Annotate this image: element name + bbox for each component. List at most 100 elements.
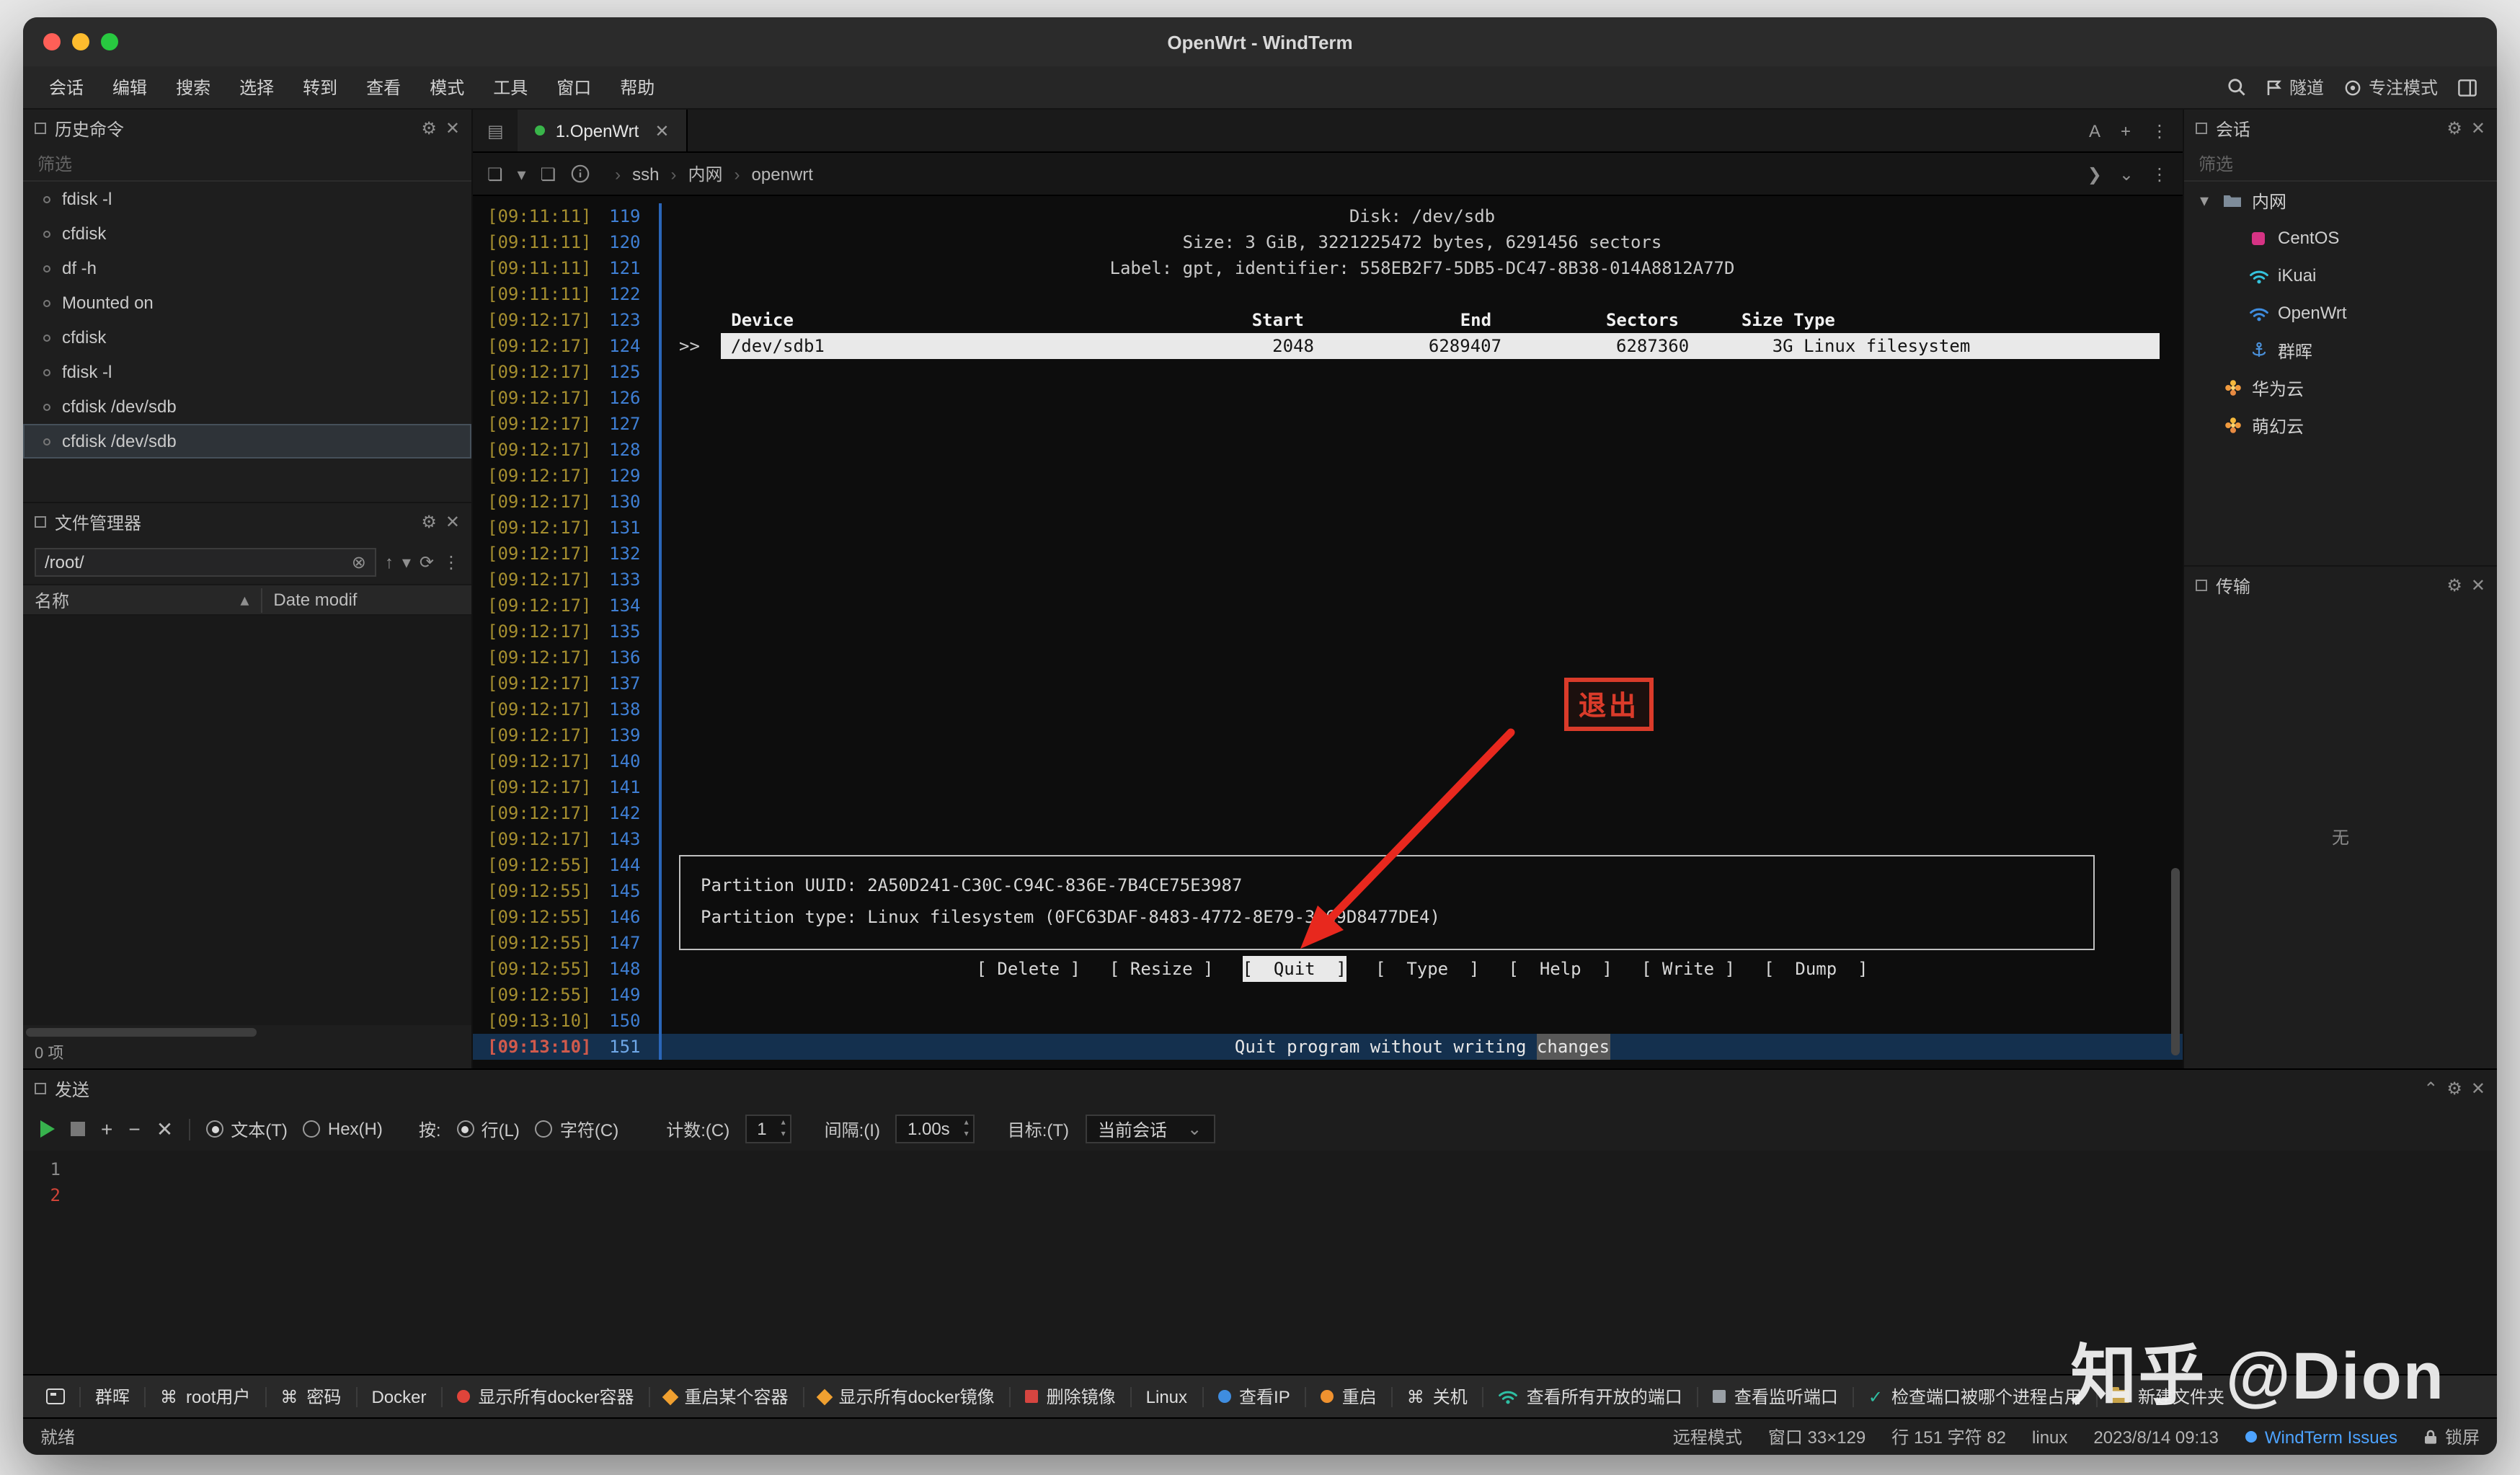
expander-icon[interactable]: ▾ bbox=[2196, 190, 2213, 211]
send-play-button[interactable] bbox=[40, 1120, 55, 1138]
cfdisk-button-Type[interactable]: [ Type ] bbox=[1375, 956, 1480, 982]
collapse-icon[interactable]: ⌃ bbox=[2423, 1080, 2438, 1097]
menu-item-模式[interactable]: 模式 bbox=[415, 66, 479, 109]
remote-mode[interactable]: 远程模式 bbox=[1673, 1425, 1742, 1449]
more-icon[interactable]: ⋮ bbox=[443, 554, 460, 571]
tunnel-button[interactable]: 隧道 bbox=[2266, 75, 2324, 99]
column-name[interactable]: 名称 ▴ bbox=[23, 588, 262, 612]
quick-button-查看IP[interactable]: 查看IP bbox=[1203, 1384, 1305, 1409]
pane-icon[interactable]: ❏ bbox=[541, 164, 556, 184]
tab-list-icon[interactable]: ▤ bbox=[473, 120, 518, 141]
close-icon[interactable]: ✕ bbox=[2471, 1080, 2485, 1097]
cfdisk-button-Help[interactable]: [ Help ] bbox=[1508, 956, 1612, 982]
quick-button-显示所有docker镜像[interactable]: 显示所有docker镜像 bbox=[804, 1384, 1009, 1409]
selected-partition-row[interactable]: /dev/sdb1 2048 6289407 6287360 3G Linux … bbox=[720, 333, 2160, 359]
gear-icon[interactable]: ⚙ bbox=[421, 120, 437, 137]
breadcrumb-openwrt[interactable]: openwrt bbox=[752, 164, 813, 184]
gear-icon[interactable]: ⚙ bbox=[2446, 1080, 2462, 1097]
chevron-down-icon[interactable]: ⌄ bbox=[2119, 164, 2134, 184]
radio-by-line[interactable]: 行(L) bbox=[456, 1117, 520, 1141]
cfdisk-button-Dump[interactable]: [ Dump ] bbox=[1764, 956, 1868, 982]
cfdisk-button-Write[interactable]: [ Write ] bbox=[1641, 956, 1735, 982]
quick-button-关机[interactable]: 关机 bbox=[1393, 1384, 1482, 1409]
quick-button-检查端口被哪个进程占用[interactable]: ✓ 检查端口被哪个进程占用 bbox=[1854, 1384, 2096, 1409]
session-item-群晖[interactable]: 群晖 bbox=[2184, 332, 2497, 369]
menu-item-转到[interactable]: 转到 bbox=[288, 66, 352, 109]
sessions-filter-input[interactable]: 筛选 bbox=[2184, 147, 2497, 182]
clear-icon[interactable]: ⊗ bbox=[352, 554, 366, 571]
gear-icon[interactable]: ⚙ bbox=[2446, 120, 2462, 137]
add-line-button[interactable]: + bbox=[101, 1119, 112, 1139]
menu-item-会话[interactable]: 会话 bbox=[35, 66, 98, 109]
history-item[interactable]: cfdisk /dev/sdb bbox=[23, 389, 471, 424]
quick-button-重启某个容器[interactable]: 重启某个容器 bbox=[650, 1384, 803, 1409]
gear-icon[interactable]: ⚙ bbox=[421, 513, 437, 531]
scrollbar-thumb[interactable] bbox=[26, 1028, 257, 1037]
quick-button-Docker[interactable]: Docker bbox=[357, 1386, 440, 1407]
menu-item-搜索[interactable]: 搜索 bbox=[161, 66, 225, 109]
info-icon[interactable] bbox=[570, 164, 589, 183]
terminal-scrollbar-thumb[interactable] bbox=[2171, 868, 2180, 1055]
cfdisk-button-Delete[interactable]: [ Delete ] bbox=[976, 956, 1081, 982]
session-item-内网[interactable]: ▾ 内网 bbox=[2184, 182, 2497, 219]
os-type[interactable]: linux bbox=[2032, 1427, 2067, 1447]
remove-line-button[interactable]: − bbox=[128, 1119, 140, 1139]
tab-more-icon[interactable]: ⋮ bbox=[2151, 120, 2168, 141]
lock-screen-button[interactable]: 锁屏 bbox=[2423, 1425, 2480, 1449]
search-icon[interactable] bbox=[2227, 78, 2246, 97]
layout-icon[interactable] bbox=[2458, 79, 2477, 96]
session-item-萌幻云[interactable]: 萌幻云 bbox=[2184, 407, 2497, 444]
menu-item-窗口[interactable]: 窗口 bbox=[542, 66, 605, 109]
close-icon[interactable]: ✕ bbox=[2471, 120, 2485, 137]
radio-hex-mode[interactable]: Hex(H) bbox=[303, 1119, 383, 1139]
more-icon[interactable]: ⋮ bbox=[2151, 164, 2168, 184]
appearance-button[interactable]: A bbox=[2089, 120, 2100, 141]
minimize-window-button[interactable] bbox=[72, 33, 89, 50]
count-stepper[interactable]: 1 bbox=[745, 1115, 791, 1143]
horizontal-scrollbar[interactable] bbox=[23, 1025, 471, 1040]
quick-button-查看监听端口[interactable]: 查看监听端口 bbox=[1698, 1384, 1853, 1409]
menu-item-查看[interactable]: 查看 bbox=[352, 66, 415, 109]
history-item[interactable]: cfdisk /dev/sdb bbox=[23, 424, 471, 459]
quick-button-密码[interactable]: 密码 bbox=[266, 1384, 355, 1409]
up-directory-icon[interactable]: ↑ bbox=[385, 554, 394, 571]
history-item[interactable]: df -h bbox=[23, 251, 471, 285]
quick-button-重启[interactable]: 重启 bbox=[1306, 1384, 1391, 1409]
quick-button-删除镜像[interactable]: 删除镜像 bbox=[1011, 1384, 1130, 1409]
menu-item-编辑[interactable]: 编辑 bbox=[98, 66, 161, 109]
windterm-issues-link[interactable]: WindTerm Issues bbox=[2245, 1427, 2397, 1447]
quick-button-Linux[interactable]: Linux bbox=[1132, 1386, 1202, 1407]
tab-openwrt[interactable]: 1.OpenWrt ✕ bbox=[518, 110, 688, 151]
run-icon[interactable]: ❯ bbox=[2088, 164, 2102, 184]
zoom-window-button[interactable] bbox=[101, 33, 118, 50]
menu-item-帮助[interactable]: 帮助 bbox=[605, 66, 669, 109]
history-item[interactable]: cfdisk bbox=[23, 216, 471, 251]
menu-item-选择[interactable]: 选择 bbox=[225, 66, 288, 109]
interval-stepper[interactable]: 1.00s bbox=[895, 1115, 975, 1143]
terminal-screen[interactable]: [09:11:11] 119 Disk: /dev/sdb [09:11:11] 120… bbox=[473, 196, 2183, 1068]
send-stop-button[interactable] bbox=[71, 1122, 85, 1136]
quick-button-root用户[interactable]: root用户 bbox=[146, 1384, 265, 1409]
quick-button-显示所有docker容器[interactable]: 显示所有docker容器 bbox=[442, 1384, 648, 1409]
session-item-OpenWrt[interactable]: OpenWrt bbox=[2184, 294, 2497, 332]
breadcrumb-ssh[interactable]: ssh bbox=[632, 164, 659, 184]
history-item[interactable]: fdisk -l bbox=[23, 355, 471, 389]
column-date-modified[interactable]: Date modif bbox=[262, 590, 471, 610]
history-item[interactable]: fdisk -l bbox=[23, 182, 471, 216]
quick-button-新建文件夹[interactable]: 新建文件夹 bbox=[2098, 1384, 2239, 1409]
radio-text-mode[interactable]: 文本(T) bbox=[206, 1117, 288, 1141]
path-input[interactable]: /root/ ⊗ bbox=[35, 548, 376, 577]
session-item-华为云[interactable]: 华为云 bbox=[2184, 369, 2497, 407]
file-list-empty[interactable] bbox=[23, 616, 471, 1025]
chevron-down-icon[interactable]: ▾ bbox=[402, 554, 411, 571]
focus-mode-button[interactable]: 专注模式 bbox=[2344, 75, 2438, 99]
quick-button-查看所有开放的端口[interactable]: 查看所有开放的端口 bbox=[1483, 1384, 1697, 1409]
quick-button-群晖[interactable]: 群晖 bbox=[81, 1384, 144, 1409]
cfdisk-button-Quit[interactable]: [ Quit ] bbox=[1242, 956, 1346, 982]
target-select[interactable]: 当前会话 ⌄ bbox=[1085, 1115, 1215, 1143]
radio-by-char[interactable]: 字符(C) bbox=[535, 1117, 618, 1141]
window-size[interactable]: 窗口 33×129 bbox=[1768, 1425, 1865, 1449]
menu-item-工具[interactable]: 工具 bbox=[479, 66, 542, 109]
send-editor[interactable]: 1 2 bbox=[23, 1151, 2497, 1374]
new-tab-button[interactable]: + bbox=[2121, 120, 2131, 141]
